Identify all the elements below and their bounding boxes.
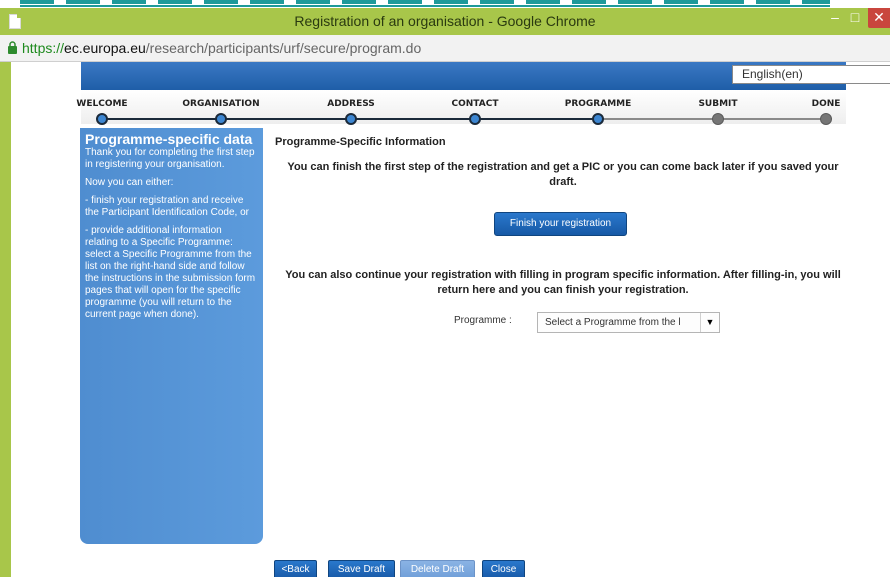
chevron-down-icon: ▼ [700, 313, 719, 332]
finish-registration-button[interactable]: Finish your registration [494, 212, 627, 236]
minimize-button[interactable]: – [826, 8, 844, 28]
step-label-organisation: ORGANISATION [182, 99, 260, 109]
background-heading-text [20, 0, 830, 4]
step-dot-contact [469, 113, 481, 125]
title-bar[interactable]: Registration of an organisation - Google… [0, 8, 890, 35]
step-dot-submit [712, 113, 724, 125]
sidebar-intro: Thank you for completing the first step … [85, 147, 255, 170]
step-label-welcome: WELCOME [76, 99, 128, 109]
step-label-contact: CONTACT [451, 99, 499, 109]
language-value: English(en) [742, 67, 803, 81]
web-page: English(en) ▼ WELCOME ORGANISATION ADDRE… [11, 62, 890, 577]
site-banner: English(en) ▼ [81, 62, 890, 90]
sidebar-title: Programme-specific data [85, 131, 253, 147]
close-window-button[interactable]: ✕ [868, 8, 890, 28]
programme-label: Programme : [454, 315, 512, 326]
url-text[interactable]: https://ec.europa.eu/research/participan… [22, 40, 421, 56]
sidebar-options-heading: Now you can either: [85, 177, 174, 188]
step-label-done: DONE [811, 99, 841, 109]
progress-steps: WELCOME ORGANISATION ADDRESS CONTACT PRO… [76, 90, 846, 125]
back-button[interactable]: <Back [274, 560, 317, 577]
sidebar-option-finish: - finish your registration and receive t… [85, 195, 249, 218]
url-protocol: https:// [22, 40, 65, 56]
browser-window: Registration of an organisation - Google… [0, 8, 890, 577]
window-title: Registration of an organisation - Google… [294, 13, 596, 29]
step-dot-done [820, 113, 832, 125]
language-select[interactable]: English(en) ▼ [732, 65, 890, 84]
background-heading-underline [20, 5, 830, 7]
delete-draft-button[interactable]: Delete Draft [400, 560, 475, 577]
finish-instructions: You can finish the first step of the reg… [287, 161, 839, 188]
close-button[interactable]: Close [482, 560, 525, 577]
step-label-address: ADDRESS [327, 99, 375, 109]
url-path: /research/participants/urf/secure/progra… [145, 40, 422, 56]
lock-icon [8, 41, 17, 54]
save-draft-button[interactable]: Save Draft [328, 560, 395, 577]
step-dot-welcome [96, 113, 108, 125]
maximize-button[interactable]: □ [846, 8, 864, 28]
step-label-submit: SUBMIT [698, 99, 738, 109]
programme-instructions: You can also continue your registration … [285, 269, 841, 296]
programme-select[interactable]: Select a Programme from the l ▼ [537, 312, 720, 333]
step-dot-organisation [215, 113, 227, 125]
help-sidebar: Programme-specific data Thank you for co… [80, 128, 263, 544]
programme-select-value: Select a Programme from the l [545, 317, 681, 328]
url-host: ec.europa.eu [64, 40, 146, 56]
step-label-programme: PROGRAMME [564, 99, 632, 109]
address-bar[interactable]: https://ec.europa.eu/research/participan… [0, 35, 890, 62]
background-heading-strip [0, 0, 890, 8]
step-dot-address [345, 113, 357, 125]
step-dot-programme [592, 113, 604, 125]
section-title: Programme-Specific Information [275, 136, 446, 148]
sidebar-option-programme: - provide additional information relatin… [85, 225, 256, 320]
